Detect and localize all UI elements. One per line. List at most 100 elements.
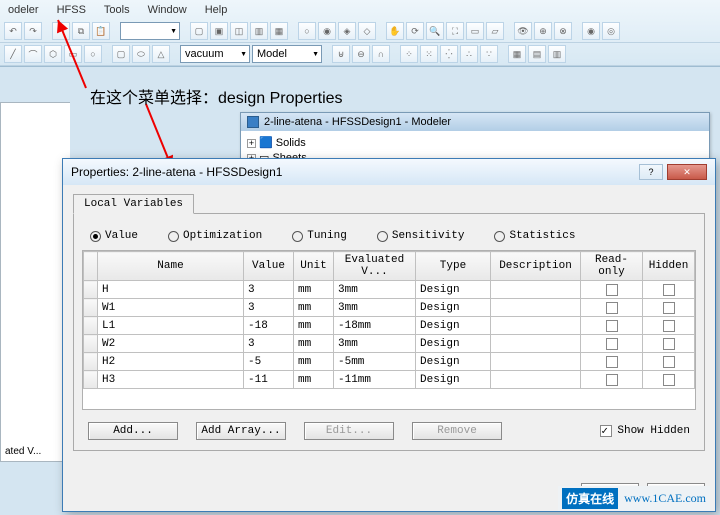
table-row[interactable]: W2 3 mm 3mm Design <box>84 335 695 353</box>
cell-hidden[interactable] <box>643 371 695 389</box>
menu-window[interactable]: Window <box>140 2 195 18</box>
tree-solids[interactable]: +🟦 Solids <box>247 135 703 150</box>
snap-a-icon[interactable]: ⁘ <box>400 45 418 63</box>
col-description[interactable]: Description <box>491 252 581 281</box>
cell-name[interactable]: H <box>98 281 244 299</box>
cell-name[interactable]: L1 <box>98 317 244 335</box>
shape-line-icon[interactable]: ╱ <box>4 45 22 63</box>
add-array-button[interactable]: Add Array... <box>196 422 286 440</box>
tool-d[interactable]: ▥ <box>250 22 268 40</box>
cell-value[interactable]: -18 <box>244 317 294 335</box>
table-row[interactable]: H 3 mm 3mm Design <box>84 281 695 299</box>
tool-o[interactable]: ◎ <box>602 22 620 40</box>
tool-a[interactable]: ▢ <box>190 22 208 40</box>
tool-n[interactable]: ⊗ <box>554 22 572 40</box>
tool-g[interactable]: ◉ <box>318 22 336 40</box>
snap-b-icon[interactable]: ⁙ <box>420 45 438 63</box>
cell-value[interactable]: 3 <box>244 281 294 299</box>
cell-description[interactable] <box>491 335 581 353</box>
cell-name[interactable]: W1 <box>98 299 244 317</box>
cell-unit[interactable]: mm <box>294 281 334 299</box>
tool-k[interactable]: ▱ <box>486 22 504 40</box>
cell-unit[interactable]: mm <box>294 317 334 335</box>
tool-l[interactable]: 👁 <box>514 22 532 40</box>
cell-hidden[interactable] <box>643 299 695 317</box>
cell-readonly[interactable] <box>581 299 643 317</box>
close-button[interactable]: ✕ <box>667 164 707 180</box>
tool-eye-icon[interactable]: ◉ <box>582 22 600 40</box>
modeler-title-bar[interactable]: 2-line-atena - HFSSDesign1 - Modeler <box>241 113 709 131</box>
cell-unit[interactable]: mm <box>294 299 334 317</box>
cell-name[interactable]: H3 <box>98 371 244 389</box>
cell-unit[interactable]: mm <box>294 353 334 371</box>
radio-tuning[interactable]: Tuning <box>292 230 347 242</box>
table-row[interactable]: W1 3 mm 3mm Design <box>84 299 695 317</box>
op-unite-icon[interactable]: ⊎ <box>332 45 350 63</box>
tool-cut-icon[interactable]: ✂ <box>52 22 70 40</box>
shape-rect-icon[interactable]: ▭ <box>64 45 82 63</box>
cell-hidden[interactable] <box>643 353 695 371</box>
cell-readonly[interactable] <box>581 281 643 299</box>
dialog-title-bar[interactable]: Properties: 2-line-atena - HFSSDesign1 ?… <box>63 159 715 185</box>
cell-name[interactable]: W2 <box>98 335 244 353</box>
cell-readonly[interactable] <box>581 317 643 335</box>
op-subtract-icon[interactable]: ⊖ <box>352 45 370 63</box>
table-row[interactable]: L1 -18 mm -18mm Design <box>84 317 695 335</box>
shape-circle-icon[interactable]: ○ <box>84 45 102 63</box>
tool-e[interactable]: ▦ <box>270 22 288 40</box>
edit-button[interactable]: Edit... <box>304 422 394 440</box>
table-row[interactable]: H3 -11 mm -11mm Design <box>84 371 695 389</box>
show-hidden-checkbox[interactable]: Show Hidden <box>600 425 690 437</box>
op-intersect-icon[interactable]: ∩ <box>372 45 390 63</box>
tool-pan-icon[interactable]: ✋ <box>386 22 404 40</box>
cell-unit[interactable]: mm <box>294 335 334 353</box>
tool-zoom-icon[interactable]: 🔍 <box>426 22 444 40</box>
menu-modeler[interactable]: odeler <box>0 2 47 18</box>
radio-sensitivity[interactable]: Sensitivity <box>377 230 465 242</box>
combo-material[interactable]: vacuum <box>180 45 250 63</box>
menu-help[interactable]: Help <box>197 2 236 18</box>
tool-redo-icon[interactable]: ↷ <box>24 22 42 40</box>
tool-m[interactable]: ⊕ <box>534 22 552 40</box>
col-type[interactable]: Type <box>416 252 491 281</box>
cell-hidden[interactable] <box>643 281 695 299</box>
cell-value[interactable]: 3 <box>244 335 294 353</box>
grid-a-icon[interactable]: ▦ <box>508 45 526 63</box>
col-value[interactable]: Value <box>244 252 294 281</box>
combo-model[interactable]: Model <box>252 45 322 63</box>
snap-c-icon[interactable]: ⁛ <box>440 45 458 63</box>
cell-value[interactable]: -5 <box>244 353 294 371</box>
col-name[interactable]: Name <box>98 252 244 281</box>
cell-readonly[interactable] <box>581 371 643 389</box>
table-row[interactable]: H2 -5 mm -5mm Design <box>84 353 695 371</box>
tool-i[interactable]: ◇ <box>358 22 376 40</box>
cell-description[interactable] <box>491 371 581 389</box>
radio-optimization[interactable]: Optimization <box>168 230 262 242</box>
tool-fit-icon[interactable]: ⛶ <box>446 22 464 40</box>
cell-hidden[interactable] <box>643 317 695 335</box>
tool-copy-icon[interactable]: ⧉ <box>72 22 90 40</box>
tool-b[interactable]: ▣ <box>210 22 228 40</box>
tool-undo-icon[interactable]: ↶ <box>4 22 22 40</box>
radio-value[interactable]: Value <box>90 230 138 242</box>
grid-c-icon[interactable]: ▥ <box>548 45 566 63</box>
cell-readonly[interactable] <box>581 335 643 353</box>
shape-cone-icon[interactable]: △ <box>152 45 170 63</box>
tool-paste-icon[interactable]: 📋 <box>92 22 110 40</box>
add-button[interactable]: Add... <box>88 422 178 440</box>
snap-d-icon[interactable]: ∴ <box>460 45 478 63</box>
cell-description[interactable] <box>491 281 581 299</box>
radio-statistics[interactable]: Statistics <box>494 230 575 242</box>
tool-f[interactable]: ○ <box>298 22 316 40</box>
tab-local-variables[interactable]: Local Variables <box>73 194 194 214</box>
remove-button[interactable]: Remove <box>412 422 502 440</box>
grid-b-icon[interactable]: ▤ <box>528 45 546 63</box>
col-unit[interactable]: Unit <box>294 252 334 281</box>
menu-tools[interactable]: Tools <box>96 2 138 18</box>
col-evaluated[interactable]: Evaluated V... <box>334 252 416 281</box>
variables-grid[interactable]: Name Value Unit Evaluated V... Type Desc… <box>82 250 696 410</box>
tool-h[interactable]: ◈ <box>338 22 356 40</box>
cell-value[interactable]: -11 <box>244 371 294 389</box>
shape-box-icon[interactable]: ▢ <box>112 45 130 63</box>
tool-c[interactable]: ◫ <box>230 22 248 40</box>
